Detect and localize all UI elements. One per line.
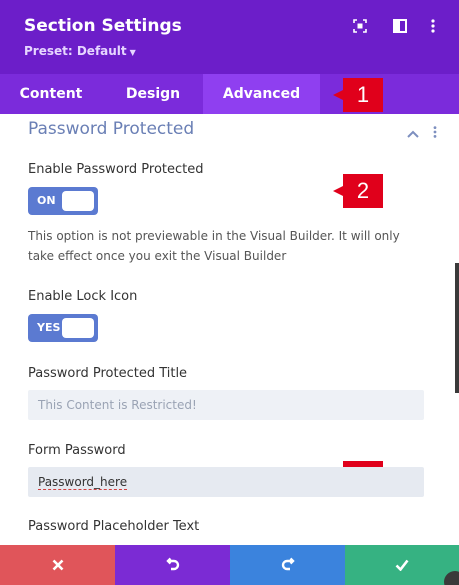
split-view-icon[interactable]	[391, 17, 409, 35]
toggle-knob	[62, 191, 94, 211]
discard-button[interactable]	[0, 545, 115, 585]
settings-panel: Password Protected Enable Password Prote…	[0, 114, 459, 545]
section-title[interactable]: Password Protected	[28, 119, 194, 139]
redo-icon	[281, 557, 295, 571]
enable-lock-icon-toggle[interactable]: YES	[28, 314, 98, 342]
action-bar	[0, 545, 459, 585]
preview-note: This option is not previewable in the Vi…	[28, 229, 400, 263]
redo-button[interactable]	[230, 545, 345, 585]
undo-button[interactable]	[115, 545, 230, 585]
annotation-badge-1: 1	[333, 78, 383, 112]
section-options-icon[interactable]	[433, 123, 437, 142]
modal-title: Section Settings	[24, 16, 182, 36]
form-password-input[interactable]: Password_here	[28, 467, 424, 497]
caret-down-icon: ▼	[129, 48, 136, 57]
protected-title-input[interactable]: This Content is Restricted!	[28, 390, 424, 420]
scrollbar[interactable]	[455, 263, 459, 393]
save-button[interactable]	[345, 545, 459, 585]
more-options-icon[interactable]	[424, 17, 442, 35]
toggle-knob	[62, 318, 94, 338]
undo-icon	[165, 557, 179, 571]
toggle-state-label: ON	[37, 194, 56, 207]
chevron-up-icon[interactable]	[407, 123, 419, 142]
enable-password-label: Enable Password Protected	[28, 162, 204, 177]
preset-label: Preset: Default	[24, 44, 127, 58]
tab-advanced[interactable]: Advanced	[203, 74, 320, 114]
check-icon	[395, 559, 409, 571]
enable-lock-icon-label: Enable Lock Icon	[28, 289, 138, 304]
form-password-label: Form Password	[28, 443, 126, 458]
enable-password-toggle[interactable]: ON	[28, 187, 98, 215]
placeholder-text-label: Password Placeholder Text	[28, 519, 200, 534]
tab-design[interactable]: Design	[102, 74, 204, 114]
close-icon	[52, 559, 63, 571]
tab-bar: Content Design Advanced	[0, 74, 459, 114]
form-password-value: Password_here	[38, 475, 128, 490]
fullscreen-icon[interactable]	[351, 17, 369, 35]
preset-selector[interactable]: Preset: Default ▼	[24, 44, 136, 58]
settings-header: Section Settings Preset: Default ▼	[0, 0, 459, 74]
tab-content[interactable]: Content	[0, 74, 102, 114]
toggle-state-label: YES	[37, 321, 61, 334]
protected-title-label: Password Protected Title	[28, 366, 188, 381]
